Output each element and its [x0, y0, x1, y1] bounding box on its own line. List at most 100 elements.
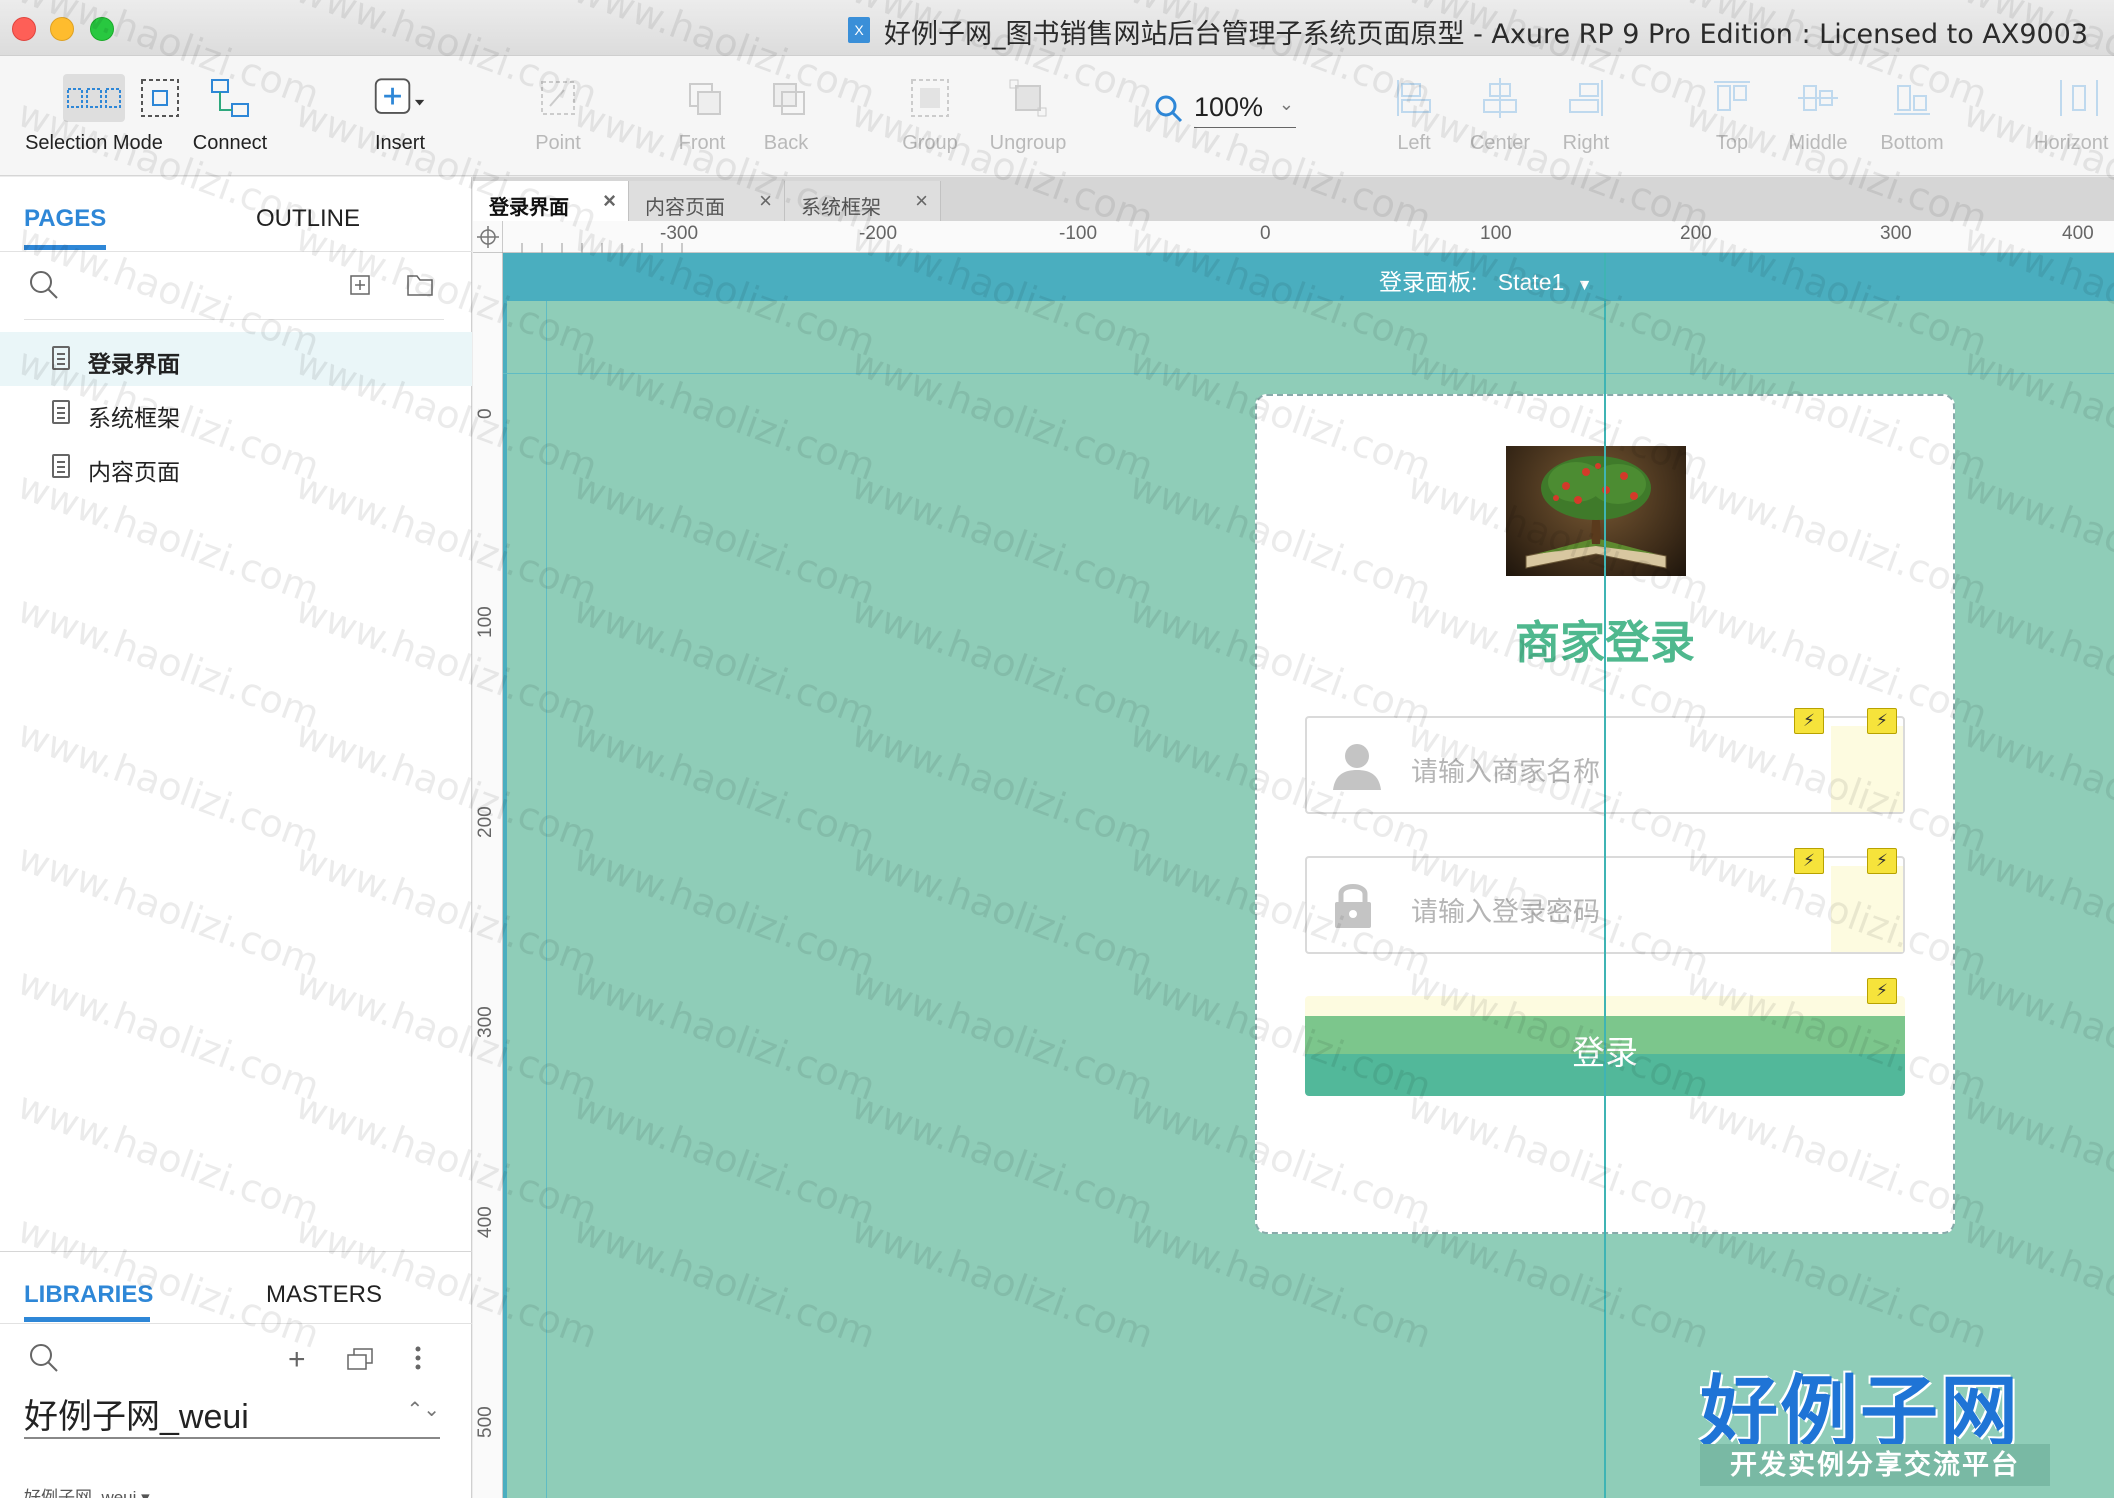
connect-label: Connect: [192, 132, 268, 154]
add-page-icon[interactable]: [348, 273, 372, 302]
library-search-icon[interactable]: [28, 1342, 60, 1379]
align-left-button[interactable]: Left: [1364, 56, 1464, 176]
group-label: Group: [902, 132, 958, 154]
minimize-window-button[interactable]: [50, 17, 74, 41]
tab-login-page[interactable]: 登录界面 ×: [473, 181, 629, 221]
connect-icon: [202, 74, 258, 122]
chevron-updown-icon: ⌃⌄: [406, 1399, 440, 1421]
brand-watermark: 好例子网 开发实例分享交流平台: [1700, 1350, 2060, 1490]
tab-framework-page[interactable]: 系统框架 ×: [785, 181, 941, 221]
ruler-label: -200: [859, 223, 898, 244]
add-library-icon[interactable]: +: [288, 1343, 306, 1377]
tab-libraries[interactable]: LIBRARIES: [24, 1281, 153, 1309]
insert-plus-icon: [372, 74, 428, 122]
tab-content-page[interactable]: 内容页面 ×: [629, 181, 785, 221]
close-icon[interactable]: ×: [759, 188, 772, 214]
align-bottom-icon: [1884, 74, 1940, 122]
page-label: 登录界面: [88, 351, 180, 377]
lightning-icon[interactable]: ⚡: [1794, 848, 1824, 874]
align-bottom-button[interactable]: Bottom: [1862, 56, 1962, 176]
tab-masters[interactable]: MASTERS: [266, 1281, 382, 1309]
lock-icon: [1335, 884, 1371, 928]
close-icon[interactable]: ×: [603, 188, 616, 214]
align-right-icon: [1558, 74, 1614, 122]
close-window-button[interactable]: [12, 17, 36, 41]
zoom-window-button[interactable]: [90, 17, 114, 41]
align-center-button[interactable]: Center: [1450, 56, 1550, 176]
distribute-horizontal-icon: [2051, 74, 2107, 122]
ruler-label: 300: [475, 1006, 496, 1038]
point-icon: [530, 74, 586, 122]
page-item-content[interactable]: 内容页面: [0, 440, 472, 494]
distribute-horizontal-button[interactable]: Horizont: [2034, 56, 2114, 176]
tab-pages[interactable]: PAGES: [24, 205, 106, 233]
align-bottom-label: Bottom: [1880, 132, 1944, 154]
ruler-label: 500: [475, 1406, 496, 1438]
design-canvas[interactable]: 登录面板: State1 ▼ 商家登录 请输入商家名称 ⚡ ⚡ 请输入登录密码 …: [503, 253, 2114, 1498]
chevron-down-icon: ⌄: [1278, 94, 1294, 114]
pages-tab-underline: [24, 245, 106, 250]
add-folder-icon[interactable]: [406, 272, 434, 303]
library-copy-icon[interactable]: [346, 1347, 374, 1376]
state-selector[interactable]: 登录面板: State1 ▼: [1379, 263, 1593, 297]
lightning-icon[interactable]: ⚡: [1794, 708, 1824, 734]
left-panel: PAGES OUTLINE 登录界面 系统框架 内容页面 LIBRARIES M…: [0, 177, 472, 1498]
ungroup-label: Ungroup: [989, 132, 1067, 154]
align-right-button[interactable]: Right: [1536, 56, 1636, 176]
state-label: 登录面板:: [1379, 269, 1478, 295]
more-options-icon[interactable]: [414, 1345, 422, 1376]
zoom-select[interactable]: 100% ⌄: [1194, 92, 1296, 128]
dynamic-panel-state-bar[interactable]: 登录面板: State1 ▼: [503, 253, 2114, 301]
divider: [0, 1323, 472, 1324]
merchant-name-placeholder: 请输入商家名称: [1411, 757, 1600, 787]
interaction-highlight: [1831, 866, 1903, 952]
page-label: 内容页面: [88, 459, 180, 485]
group-button[interactable]: Group: [880, 56, 980, 176]
divider: [0, 251, 472, 252]
center-guide-line: [1604, 253, 1606, 1498]
insert-button[interactable]: Insert: [350, 56, 450, 176]
tab-outline[interactable]: OUTLINE: [256, 205, 360, 233]
guide-line: [546, 301, 547, 1498]
ruler-label: -300: [660, 223, 699, 244]
align-left-icon: [1386, 74, 1442, 122]
caret-down-icon: ▼: [1576, 277, 1593, 294]
back-button[interactable]: Back: [736, 56, 836, 176]
connect-button[interactable]: Connect: [180, 56, 280, 176]
user-icon: [1333, 744, 1381, 790]
lightning-icon[interactable]: ⚡: [1867, 978, 1897, 1004]
close-icon[interactable]: ×: [915, 188, 928, 214]
ruler-corner[interactable]: [473, 221, 503, 253]
ungroup-icon: [1000, 74, 1056, 122]
align-top-button[interactable]: Top: [1682, 56, 1782, 176]
align-middle-button[interactable]: Middle: [1768, 56, 1868, 176]
left-edge-guide: [503, 301, 507, 1498]
page-icon: [52, 346, 70, 370]
lightning-icon[interactable]: ⚡: [1867, 848, 1897, 874]
point-label: Point: [535, 132, 581, 154]
toolbar: Selection Mode Connect Insert Point Fron…: [0, 56, 2114, 176]
search-icon[interactable]: [28, 269, 60, 306]
ruler-label: 400: [475, 1206, 496, 1238]
point-button[interactable]: Point: [508, 56, 608, 176]
insert-label: Insert: [374, 132, 426, 154]
back-label: Back: [763, 132, 809, 154]
library-select[interactable]: 好例子网_weui ⌃⌄: [24, 1389, 440, 1439]
ruler-label: 0: [475, 408, 496, 419]
axure-document-icon: X: [848, 17, 870, 43]
library-subname: 好例子网_weui ▾: [24, 1488, 150, 1498]
ruler-label: 0: [1260, 223, 1271, 244]
divider: [24, 319, 444, 320]
divider: [0, 1251, 472, 1252]
window-title: 好例子网_图书销售网站后台管理子系统页面原型 - Axure RP 9 Pro …: [884, 19, 2089, 50]
ruler-ticks: [502, 221, 683, 253]
distribute-horizontal-label: Horizont: [2034, 132, 2109, 154]
ungroup-button[interactable]: Ungroup: [978, 56, 1078, 176]
bring-front-icon: [674, 74, 730, 122]
lightning-icon[interactable]: ⚡: [1867, 708, 1897, 734]
page-item-framework[interactable]: 系统框架: [0, 386, 472, 440]
title-bar: X 好例子网_图书销售网站后台管理子系统页面原型 - Axure RP 9 Pr…: [0, 0, 2114, 56]
group-icon: [902, 74, 958, 122]
page-item-login[interactable]: 登录界面: [0, 332, 472, 386]
horizontal-ruler: -300 -200 -100 0 100 200 300 400: [502, 221, 2114, 253]
